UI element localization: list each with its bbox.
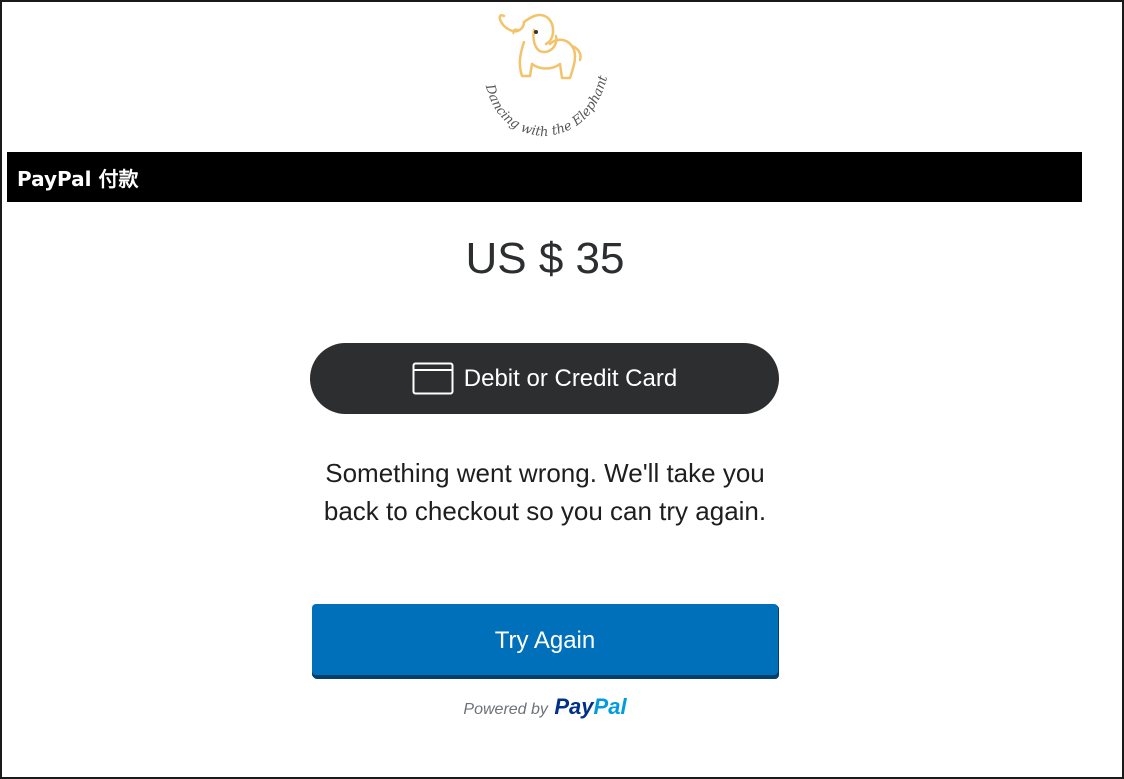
powered-by-text: Powered by [463, 701, 548, 718]
payment-amount: US $ 35 [465, 234, 625, 283]
debit-credit-card-button[interactable]: Debit or Credit Card [310, 343, 779, 414]
try-again-label: Try Again [494, 627, 596, 654]
logo-text: Dancing with the Elephant [481, 73, 611, 140]
page-frame: Dancing with the Elephant PayPal 付款 US $… [0, 0, 1124, 779]
header-bar: PayPal 付款 [7, 152, 1082, 202]
powered-by-paypal: Powered by PayPal [345, 694, 745, 720]
credit-card-icon [412, 362, 454, 395]
elephant-icon: Dancing with the Elephant [481, 13, 611, 140]
page-title: PayPal 付款 [17, 166, 139, 191]
try-again-button[interactable]: Try Again [312, 604, 778, 678]
error-message: Something went wrong. We'll take you bac… [323, 458, 767, 526]
paypal-logo: PayPal [554, 694, 626, 719]
paypal-logo-pay: Pay [554, 694, 594, 719]
paypal-logo-pal: Pal [593, 694, 627, 719]
card-button-label: Debit or Credit Card [463, 364, 678, 392]
elephant-logo: Dancing with the Elephant [474, 8, 614, 140]
